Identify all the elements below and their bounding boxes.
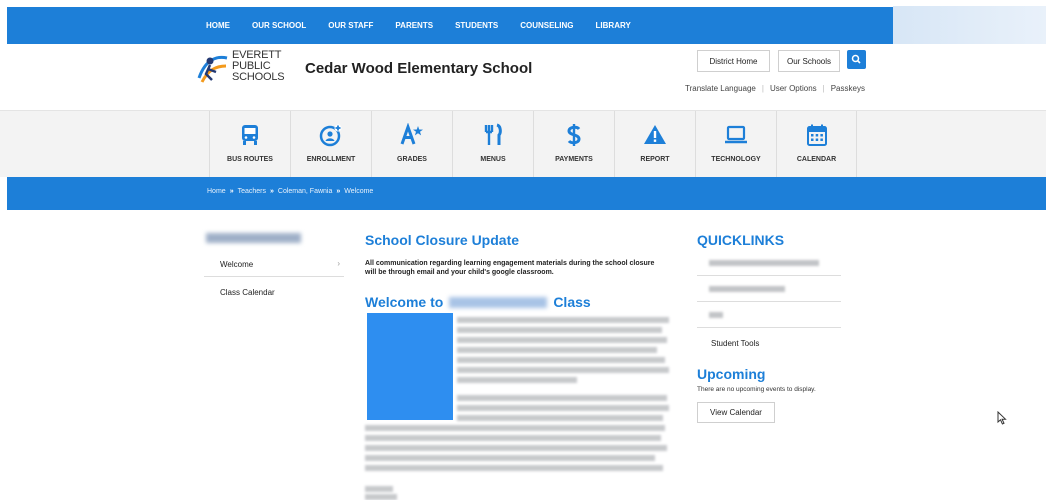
passkeys-link[interactable]: Passkeys: [831, 84, 865, 93]
top-navigation-bar: HOME OUR SCHOOL OUR STAFF PARENTS STUDEN…: [7, 7, 1046, 44]
sidebar-title-redacted: [206, 233, 301, 243]
district-home-button[interactable]: District Home: [697, 50, 770, 72]
search-button[interactable]: [847, 50, 866, 69]
quicklink-text-redacted: [709, 312, 723, 318]
quick-label: CALENDAR: [796, 156, 837, 163]
mouse-pointer-icon: [997, 411, 1007, 425]
top-nav-items: HOME OUR SCHOOL OUR STAFF PARENTS STUDEN…: [206, 7, 653, 44]
nav-home[interactable]: HOME: [206, 21, 230, 30]
quick-label: REPORT: [640, 156, 670, 163]
site-header: EVERETT PUBLIC SCHOOLS Cedar Wood Elemen…: [0, 44, 1046, 110]
closure-heading: School Closure Update: [365, 232, 520, 248]
search-icon: [851, 54, 861, 64]
quick-menus[interactable]: MENUS: [452, 111, 533, 178]
quick-bus-routes[interactable]: BUS ROUTES: [209, 111, 290, 178]
breadcrumb-separator: »: [229, 188, 234, 195]
welcome-heading: Welcome to Class: [365, 294, 591, 310]
upcoming-heading: Upcoming: [697, 366, 766, 382]
closure-message: All communication regarding learning eng…: [365, 260, 655, 276]
breadcrumb-teacher-name[interactable]: Coleman, Fawnia: [278, 188, 332, 195]
quick-payments[interactable]: PAYMENTS: [533, 111, 614, 178]
nav-our-staff[interactable]: OUR STAFF: [328, 21, 373, 30]
utility-divider: |: [761, 84, 764, 93]
school-name[interactable]: Cedar Wood Elementary School: [305, 60, 532, 77]
quick-report[interactable]: REPORT: [614, 111, 695, 178]
teacher-photo-redacted: [367, 313, 453, 420]
sidebar-item-label: Welcome: [220, 260, 254, 269]
bus-icon: [242, 125, 258, 145]
utility-links: Translate Language | User Options | Pass…: [685, 84, 865, 93]
quick-label: BUS ROUTES: [227, 156, 273, 163]
quick-access-items: BUS ROUTES ENROLLMENT GRADES MENUS PAYME…: [209, 111, 857, 178]
calendar-icon: [807, 124, 827, 146]
nav-parents[interactable]: PARENTS: [395, 21, 433, 30]
breadcrumb: Home » Teachers » Coleman, Fawnia » Welc…: [207, 188, 373, 195]
report-icon: [644, 125, 666, 144]
quicklink-redacted-1[interactable]: [697, 251, 841, 276]
breadcrumb-bar: Home » Teachers » Coleman, Fawnia » Welc…: [7, 177, 1046, 210]
quicklink-student-tools[interactable]: Student Tools: [697, 329, 841, 354]
quick-label: ENROLLMENT: [306, 156, 356, 163]
quicklink-label: Student Tools: [711, 339, 760, 348]
payments-icon: [567, 124, 581, 146]
quicklink-redacted-2[interactable]: [697, 277, 841, 302]
quicklink-redacted-3[interactable]: [697, 303, 841, 328]
sidebar-item-welcome[interactable]: Welcome ›: [204, 249, 344, 277]
screen-glare: [893, 6, 1046, 46]
sidebar-item-class-calendar[interactable]: Class Calendar: [204, 277, 344, 305]
menus-icon: [484, 123, 502, 145]
breadcrumb-separator: »: [336, 188, 341, 195]
quick-label: MENUS: [480, 156, 506, 163]
grades-icon: [400, 123, 423, 145]
quick-grades[interactable]: GRADES: [371, 111, 452, 178]
quick-technology[interactable]: TECHNOLOGY: [695, 111, 776, 178]
user-options-link[interactable]: User Options: [770, 84, 817, 93]
quicklinks-heading: QUICKLINKS: [697, 232, 785, 248]
nav-our-school[interactable]: OUR SCHOOL: [252, 21, 306, 30]
our-schools-button[interactable]: Our Schools: [778, 50, 840, 72]
chevron-right-icon: ›: [337, 259, 340, 268]
quick-calendar[interactable]: CALENDAR: [776, 111, 857, 178]
utility-divider: |: [822, 84, 825, 93]
logo-line-schools: SCHOOLS: [232, 71, 285, 83]
breadcrumb-teachers[interactable]: Teachers: [238, 188, 266, 195]
breadcrumb-home[interactable]: Home: [207, 188, 226, 195]
sidebar-item-label: Class Calendar: [220, 288, 275, 297]
quick-enrollment[interactable]: ENROLLMENT: [290, 111, 371, 178]
nav-students[interactable]: STUDENTS: [455, 21, 498, 30]
nav-library[interactable]: LIBRARY: [596, 21, 631, 30]
welcome-prefix: Welcome to: [365, 294, 444, 310]
upcoming-empty-message: There are no upcoming events to display.: [697, 386, 816, 393]
quick-label: GRADES: [397, 156, 427, 163]
logo-figure-icon: [197, 55, 228, 83]
quick-label: TECHNOLOGY: [711, 156, 761, 163]
enrollment-icon: [319, 124, 342, 147]
breadcrumb-separator: »: [270, 188, 274, 195]
nav-counseling[interactable]: COUNSELING: [520, 21, 573, 30]
logo-wordmark: EVERETT PUBLIC SCHOOLS: [232, 50, 285, 83]
translate-language-link[interactable]: Translate Language: [685, 84, 756, 93]
teacher-name-redacted: [449, 296, 548, 308]
district-logo[interactable]: EVERETT PUBLIC SCHOOLS: [196, 50, 298, 88]
welcome-suffix: Class: [553, 294, 591, 310]
quick-label: PAYMENTS: [555, 156, 593, 163]
breadcrumb-current: Welcome: [344, 188, 374, 195]
quicklink-text-redacted: [709, 260, 819, 266]
technology-icon: [725, 125, 747, 144]
quicklink-text-redacted: [709, 286, 785, 292]
quick-access-bar: BUS ROUTES ENROLLMENT GRADES MENUS PAYME…: [0, 110, 1046, 178]
view-calendar-button[interactable]: View Calendar: [697, 402, 775, 423]
